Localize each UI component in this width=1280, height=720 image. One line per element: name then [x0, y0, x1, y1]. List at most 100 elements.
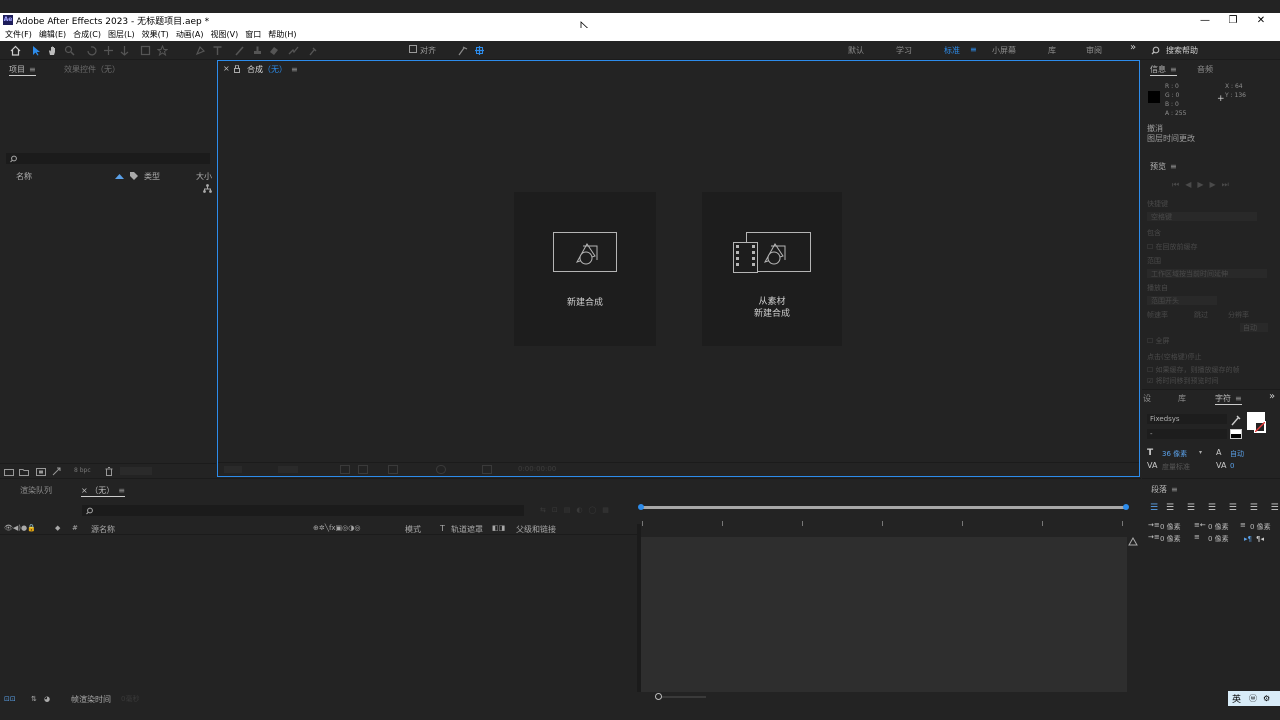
- panel-menu-icon[interactable]: ≡: [1171, 485, 1178, 494]
- time-ruler[interactable]: [640, 519, 1130, 527]
- menu-window[interactable]: 窗口: [245, 29, 261, 40]
- search-help-input[interactable]: 搜索帮助: [1166, 45, 1198, 56]
- rotate-tool-icon[interactable]: [86, 45, 97, 56]
- indent-right-value[interactable]: 0 像素: [1208, 522, 1229, 532]
- column-size[interactable]: 大小: [196, 171, 212, 182]
- workspace-libraries[interactable]: 库: [1048, 45, 1056, 56]
- mask-visibility-icon[interactable]: [388, 465, 398, 474]
- snapshot-icon[interactable]: [482, 465, 492, 474]
- if-caching-checkbox[interactable]: ☐ 如果缓存，则播放缓存的帧: [1147, 365, 1240, 375]
- new-composition-icon[interactable]: [36, 468, 46, 476]
- thumbnail-slider[interactable]: [120, 467, 152, 475]
- workspace-standard[interactable]: 标准: [944, 45, 960, 56]
- trash-icon[interactable]: [105, 467, 113, 476]
- exposure-icon[interactable]: [436, 465, 446, 474]
- rectangle-tool-icon[interactable]: [140, 45, 151, 56]
- space-after-value[interactable]: 0 像素: [1208, 534, 1229, 544]
- snap-target-icon[interactable]: [474, 45, 485, 56]
- eyedropper-icon[interactable]: [1230, 414, 1242, 426]
- region-of-interest-icon[interactable]: [340, 465, 350, 474]
- workspace-menu-icon[interactable]: ≡: [970, 45, 977, 54]
- ime-settings-icon[interactable]: ⚙: [1263, 694, 1270, 703]
- snap-checkbox[interactable]: [409, 45, 417, 53]
- pan-behind-tool-icon[interactable]: [119, 45, 130, 56]
- indent-left-value[interactable]: 0 像素: [1160, 522, 1181, 532]
- lock-icon[interactable]: [234, 65, 240, 73]
- transparency-grid-icon[interactable]: [358, 465, 368, 474]
- character-tab[interactable]: 字符 ≡: [1215, 393, 1242, 405]
- more-panels-button[interactable]: »: [1269, 391, 1275, 402]
- workspace-default[interactable]: 默认: [848, 45, 864, 56]
- parent-link-column[interactable]: 父级和链接: [516, 524, 556, 535]
- work-area-bar[interactable]: [641, 506, 1127, 509]
- kerning-value[interactable]: 度量标准: [1162, 462, 1190, 472]
- column-type[interactable]: 类型: [144, 171, 160, 182]
- text-tool-icon[interactable]: [212, 45, 223, 56]
- new-comp-from-footage-card[interactable]: 从素材 新建合成: [702, 192, 842, 346]
- brush-tool-icon[interactable]: [234, 45, 245, 56]
- playback-controls[interactable]: ⏮◀▶▶⏭: [1172, 180, 1235, 190]
- panel-menu-icon[interactable]: ≡: [1170, 162, 1177, 171]
- menu-help[interactable]: 帮助(H): [268, 29, 296, 40]
- adjust-settings-icon[interactable]: [52, 467, 62, 476]
- work-area-end-handle[interactable]: [1123, 504, 1129, 510]
- menu-view[interactable]: 视图(V): [211, 29, 239, 40]
- menu-layer[interactable]: 图层(L): [108, 29, 135, 40]
- zoom-slider-handle[interactable]: [655, 693, 662, 700]
- restore-button[interactable]: ❐: [1218, 13, 1248, 28]
- panel-menu-icon[interactable]: ≡: [291, 65, 298, 74]
- first-line-indent-value[interactable]: 0 像素: [1160, 534, 1181, 544]
- range-dropdown[interactable]: 工作区域按当前时间延伸: [1147, 269, 1267, 278]
- composition-tab[interactable]: 合成（无） ≡: [247, 64, 298, 75]
- camera-tool-icon[interactable]: [103, 45, 114, 56]
- project-search-input[interactable]: [6, 153, 210, 164]
- flowchart-icon[interactable]: [203, 184, 212, 193]
- workspace-review[interactable]: 审阅: [1086, 45, 1102, 56]
- draft-3d-icon[interactable]: ⇅: [31, 695, 37, 703]
- close-tab-icon[interactable]: ×: [223, 64, 230, 73]
- ime-mode-icon[interactable]: ⓦ: [1249, 693, 1257, 704]
- alignment-buttons[interactable]: ☰ ☰ ☰ ☰ ☰ ☰: [1166, 503, 1280, 513]
- resolution-dropdown[interactable]: 自动: [1240, 323, 1268, 332]
- panel-menu-icon[interactable]: ≡: [29, 65, 36, 74]
- new-composition-card[interactable]: 新建合成: [514, 192, 656, 346]
- hand-tool-icon[interactable]: [47, 45, 58, 56]
- libraries-tab[interactable]: 库: [1178, 393, 1186, 404]
- play-from-dropdown[interactable]: 范围开头: [1147, 296, 1217, 305]
- work-area-start-handle[interactable]: [638, 504, 644, 510]
- more-workspaces-button[interactable]: »: [1130, 42, 1136, 53]
- preview-tab[interactable]: 预览 ≡: [1150, 161, 1177, 172]
- render-queue-tab[interactable]: 渲染队列: [20, 485, 52, 496]
- new-folder-icon[interactable]: [19, 468, 29, 476]
- menu-animation[interactable]: 动画(A): [176, 29, 204, 40]
- comp-marker-icon[interactable]: [1128, 537, 1138, 546]
- resolution-dropdown[interactable]: [278, 466, 298, 473]
- tracking-value[interactable]: 0: [1230, 462, 1234, 470]
- workspace-small-screen[interactable]: 小屏幕: [992, 45, 1016, 56]
- leading-value[interactable]: 自动: [1230, 449, 1244, 459]
- move-time-checkbox[interactable]: ☑ 将时间移到预览时间: [1147, 376, 1219, 386]
- workspace-learn[interactable]: 学习: [896, 45, 912, 56]
- pen-tool-icon[interactable]: [195, 45, 206, 56]
- font-size-value[interactable]: 36 像素: [1162, 449, 1187, 459]
- menu-file[interactable]: 文件(F): [5, 29, 32, 40]
- menu-edit[interactable]: 编辑(E): [39, 29, 66, 40]
- roto-brush-tool-icon[interactable]: [288, 45, 299, 56]
- ime-indicator[interactable]: 英 ⓦ ⚙: [1228, 691, 1280, 706]
- puppet-pin-tool-icon[interactable]: [308, 45, 319, 56]
- font-family-dropdown[interactable]: Fixedsys: [1147, 414, 1227, 424]
- menu-composition[interactable]: 合成(C): [73, 29, 101, 40]
- selection-tool-icon[interactable]: [31, 45, 42, 56]
- menu-effect[interactable]: 效果(T): [142, 29, 169, 40]
- swap-colors-icon[interactable]: [1230, 429, 1242, 439]
- toggle-switches-icons[interactable]: ⊡⊡: [4, 695, 16, 703]
- motion-blur-icon[interactable]: ◕: [44, 695, 50, 703]
- av-features-icons[interactable]: 👁◀)●🔒: [4, 524, 36, 532]
- fullscreen-checkbox[interactable]: ☐ 全屏: [1147, 336, 1170, 346]
- font-style-dropdown[interactable]: -: [1147, 429, 1227, 439]
- magnification-dropdown[interactable]: [224, 466, 242, 473]
- mode-column[interactable]: 模式: [405, 524, 421, 535]
- timeline-comp-tab[interactable]: × （无） ≡: [81, 485, 125, 497]
- text-direction-rtl-icon[interactable]: ¶◂: [1256, 535, 1264, 543]
- align-left-icon[interactable]: ☰: [1150, 503, 1163, 513]
